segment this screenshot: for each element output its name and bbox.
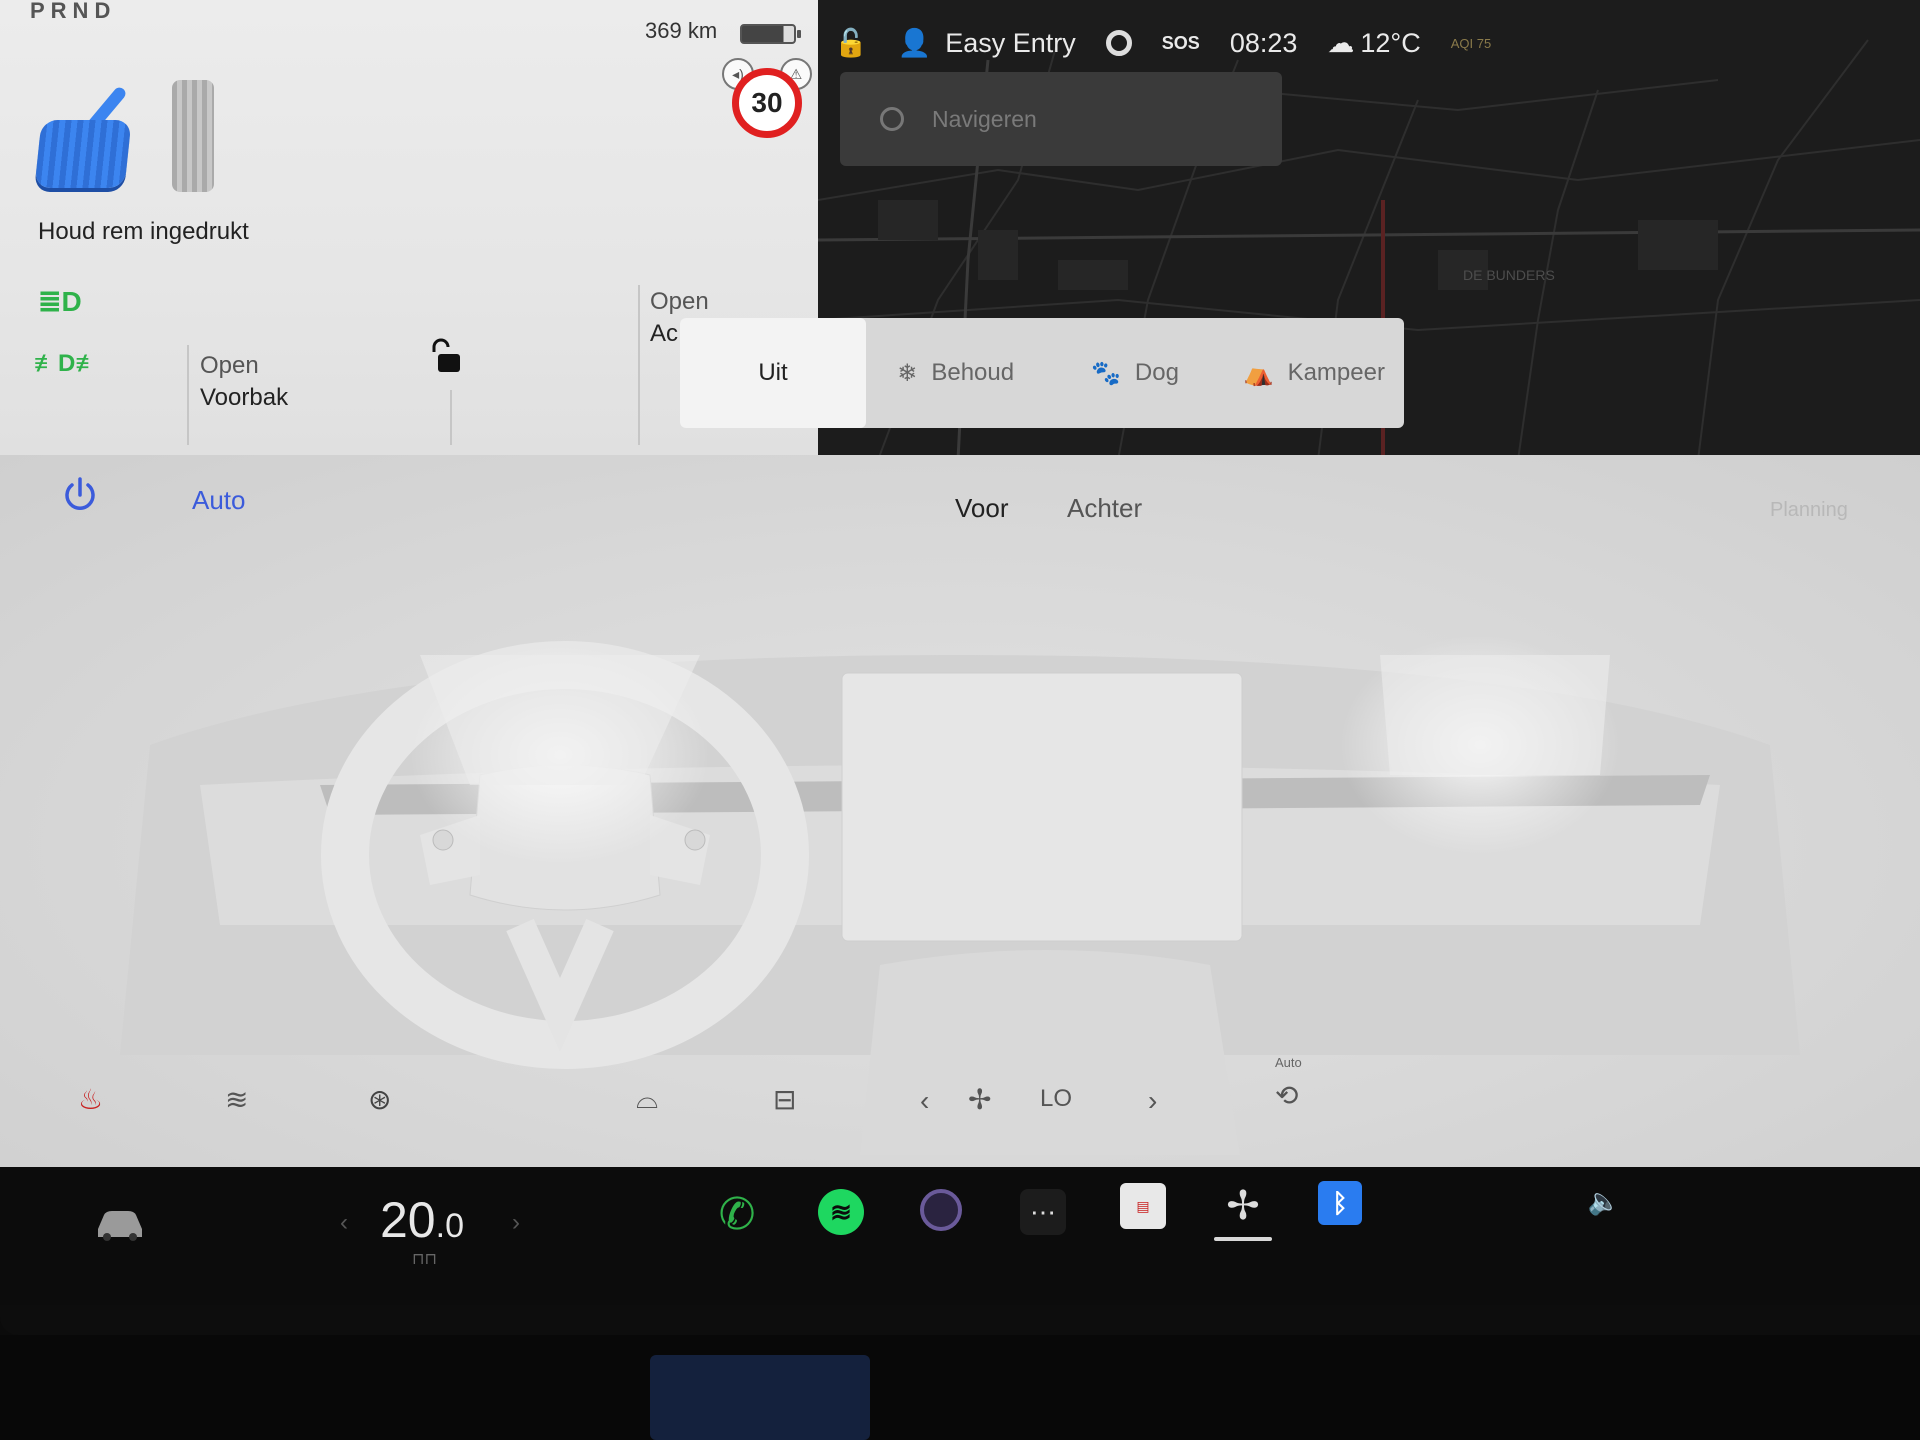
gear-indicator[interactable]: PRND: [30, 0, 116, 24]
temperature-whole: 20: [380, 1192, 436, 1248]
speed-limit-sign: 30: [732, 68, 802, 138]
navigation-search[interactable]: Navigeren: [840, 72, 1282, 166]
auto-climate-button[interactable]: Auto: [192, 485, 246, 516]
option-label: Kampeer: [1287, 359, 1385, 386]
car-icon[interactable]: [92, 1203, 148, 1243]
map-area-label: DE BUNDERS: [1463, 267, 1555, 283]
option-label: Dog: [1134, 359, 1179, 386]
front-defrost-icon[interactable]: ⌓: [636, 1083, 658, 1116]
phone-icon[interactable]: ✆: [712, 1189, 762, 1239]
fan-icon: ✢: [968, 1084, 992, 1115]
cabin-illustration: [120, 635, 1800, 1155]
active-app-indicator: [1214, 1237, 1272, 1241]
frunk-label-top: Open: [200, 352, 259, 379]
trunk-label-top: Open: [650, 288, 709, 315]
status-bar: 🔓 👤 Easy Entry SOS 08:23 ☁ 12°C AQI 75: [818, 18, 1491, 68]
open-frunk-button[interactable]: Open Voorbak: [200, 350, 288, 414]
fan-decrease-icon[interactable]: ‹: [920, 1085, 929, 1117]
cabin-temperature[interactable]: 20.0: [380, 1191, 464, 1249]
tab-rear[interactable]: Achter: [1067, 493, 1142, 524]
power-icon[interactable]: [60, 475, 100, 515]
option-dog[interactable]: 🐾 Dog: [1045, 318, 1224, 428]
divider: [638, 285, 640, 445]
calendar-icon[interactable]: ▤: [1120, 1183, 1166, 1229]
sentry-icon[interactable]: [1105, 30, 1132, 56]
option-label: Behoud: [931, 359, 1015, 386]
option-behoud[interactable]: ❄ Behoud: [866, 318, 1045, 428]
tab-front[interactable]: Voor: [955, 493, 1009, 524]
climate-panel: Auto Voor Achter Planning ♨ ≋ ⊛ ⌓ ⊟ ‹ ✢ …: [0, 455, 1920, 1167]
sos-icon[interactable]: SOS: [1162, 33, 1200, 54]
option-label: Uit: [758, 359, 788, 386]
weather-icon: ☁: [1327, 27, 1355, 58]
recirculation-icon[interactable]: ⟲: [1275, 1079, 1298, 1112]
accelerator-pedal-icon: [172, 80, 214, 192]
fog-light-icon[interactable]: ≢D≢: [34, 350, 99, 378]
hold-brake-message: Houd rem ingedrukt: [38, 218, 249, 245]
profile-name: Easy Entry: [945, 27, 1076, 58]
air-quality: AQI 75: [1450, 35, 1492, 51]
touchscreen: PRND 369 km ◂) ⚠ 30 Houd rem ingedrukt ≣…: [0, 0, 1920, 1335]
car-display: PRND 369 km ◂) ⚠ 30 Houd rem ingedrukt ≣…: [0, 0, 1920, 1440]
fan-increase-icon[interactable]: ›: [1148, 1085, 1157, 1117]
divider: [187, 345, 189, 445]
fan-app-icon[interactable]: ✢: [1218, 1181, 1268, 1231]
temperature-decimal: .0: [435, 1207, 464, 1245]
climate-keeper-selector: Uit ❄ Behoud 🐾 Dog ⛺ Kampeer: [680, 318, 1404, 428]
bluetooth-icon[interactable]: ᛒ: [1318, 1181, 1362, 1225]
headlight-icon[interactable]: ≣D: [38, 285, 82, 318]
clock: 08:23: [1229, 27, 1298, 58]
seat-heater-icon[interactable]: ♨: [78, 1083, 103, 1116]
rear-defrost-icon[interactable]: ⊟: [773, 1083, 796, 1116]
fan-speed-value: LO: [1040, 1085, 1073, 1112]
frunk-label-bottom: Voorbak: [200, 384, 289, 411]
outside-temperature: 12°C: [1360, 27, 1421, 58]
unlock-icon[interactable]: [428, 338, 462, 374]
dashboard-trim: [0, 1335, 1920, 1440]
camera-icon[interactable]: [920, 1189, 962, 1231]
search-icon: [880, 107, 904, 131]
range-readout: 369 km: [645, 18, 718, 43]
seat-fan-icon[interactable]: ≋: [225, 1083, 248, 1116]
option-uit[interactable]: Uit: [680, 318, 866, 428]
more-apps-icon[interactable]: ⋯: [1020, 1189, 1066, 1235]
temp-increase-icon[interactable]: ›: [512, 1209, 520, 1237]
phone-dock-light: [650, 1355, 870, 1440]
divider: [450, 390, 452, 445]
profile-button[interactable]: 👤 Easy Entry: [898, 27, 1076, 59]
spotify-icon[interactable]: ≋: [818, 1189, 864, 1235]
brake-pedal-icon: [34, 120, 132, 188]
tent-icon: ⛺: [1243, 359, 1274, 387]
battery-icon: [740, 24, 801, 44]
fan-keep-icon: ❄: [897, 359, 918, 387]
steering-wheel-heater-icon[interactable]: ⊛: [368, 1083, 391, 1116]
temp-decrease-icon[interactable]: ‹: [340, 1209, 348, 1237]
bottom-dock: ‹ 20.0 › ⊓⊓ ✆ ≋ ⋯ ▤ ✢ ᛒ 🔈: [0, 1167, 1920, 1305]
search-placeholder: Navigeren: [932, 105, 1037, 132]
planning-button[interactable]: Planning: [1770, 499, 1848, 522]
user-icon: 👤: [897, 28, 932, 58]
option-kampeer[interactable]: ⛺ Kampeer: [1225, 318, 1404, 428]
lock-status-icon[interactable]: 🔓: [834, 27, 868, 59]
recirculation-auto-label: Auto: [1275, 1055, 1302, 1070]
paw-icon: 🐾: [1091, 359, 1121, 387]
volume-icon[interactable]: 🔈: [1584, 1181, 1624, 1221]
seat-heat-status-icon: ⊓⊓: [412, 1251, 437, 1268]
